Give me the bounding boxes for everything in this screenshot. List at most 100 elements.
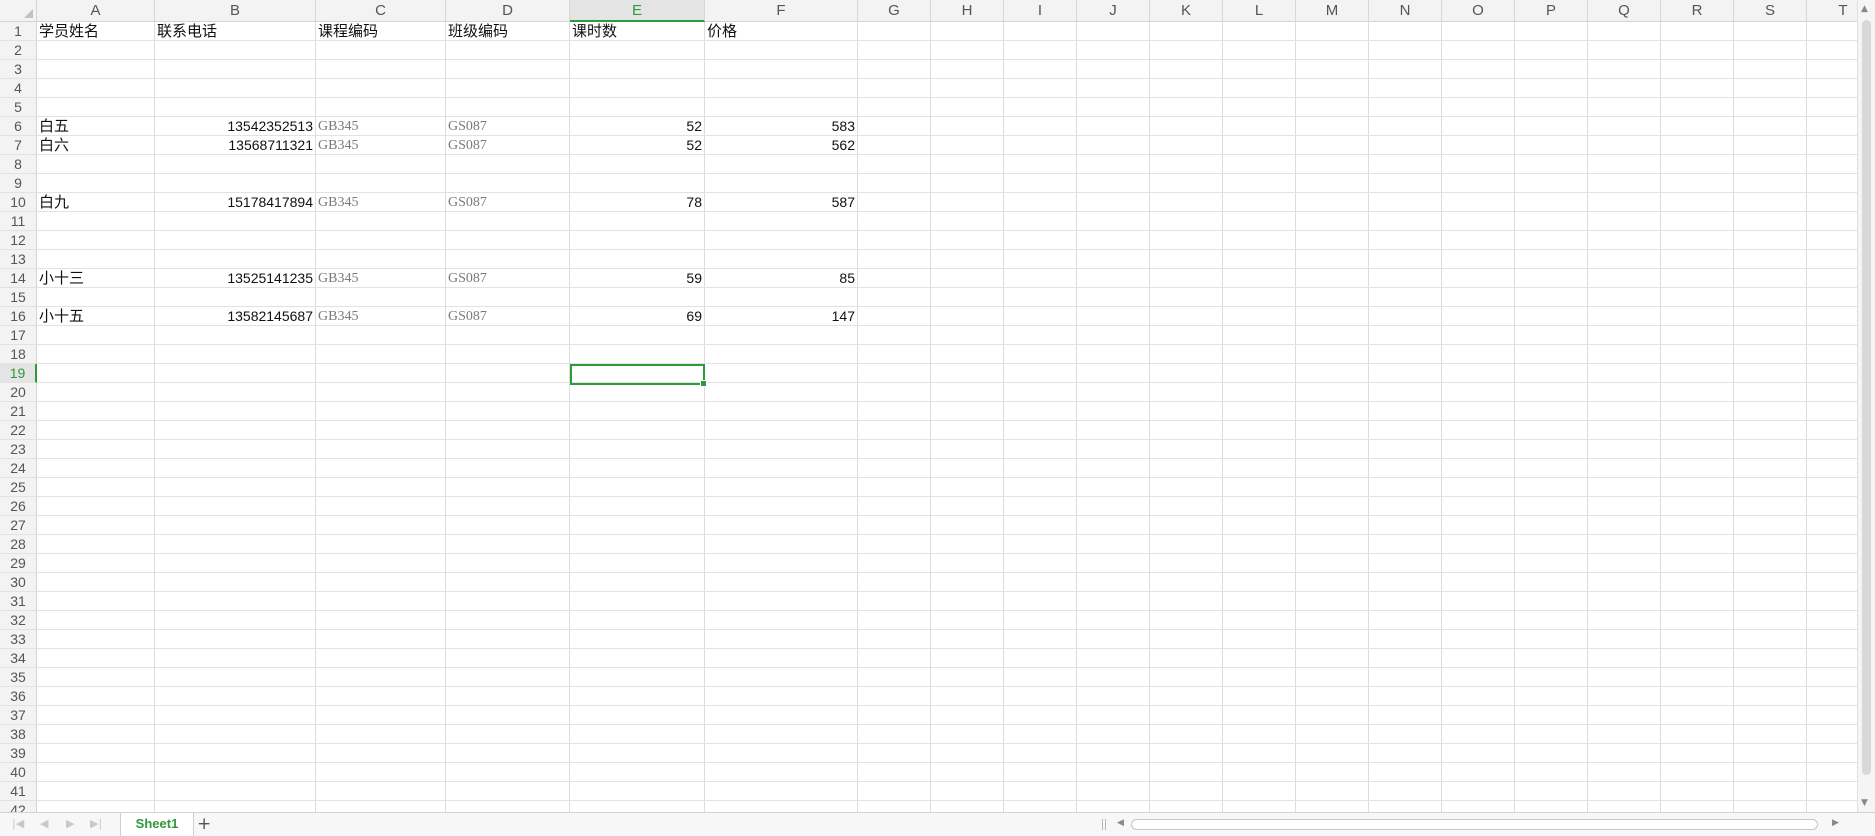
column-header-c[interactable]: C xyxy=(316,0,446,22)
active-cell-selection[interactable] xyxy=(570,364,707,387)
column-header-a[interactable]: A xyxy=(37,0,155,22)
row-header-25[interactable]: 25 xyxy=(0,478,37,497)
data-cell-class-code[interactable]: GS087 xyxy=(446,117,569,136)
row-header-35[interactable]: 35 xyxy=(0,668,37,687)
data-cell-hours[interactable]: 52 xyxy=(570,117,704,136)
column-header-f[interactable]: F xyxy=(705,0,858,22)
data-cell-name[interactable]: 白九 xyxy=(37,193,154,212)
header-cell-price[interactable]: 价格 xyxy=(705,22,857,41)
row-header-37[interactable]: 37 xyxy=(0,706,37,725)
column-header-j[interactable]: J xyxy=(1077,0,1150,22)
column-header-p[interactable]: P xyxy=(1515,0,1588,22)
row-header-13[interactable]: 13 xyxy=(0,250,37,269)
row-header-18[interactable]: 18 xyxy=(0,345,37,364)
row-header-34[interactable]: 34 xyxy=(0,649,37,668)
header-cell-class-code[interactable]: 班级编码 xyxy=(446,22,569,41)
header-cell-hours[interactable]: 课时数 xyxy=(570,22,704,41)
column-header-n[interactable]: N xyxy=(1369,0,1442,22)
column-header-o[interactable]: O xyxy=(1442,0,1515,22)
vertical-scroll-thumb[interactable] xyxy=(1862,20,1871,775)
column-header-h[interactable]: H xyxy=(931,0,1004,22)
row-header-36[interactable]: 36 xyxy=(0,687,37,706)
row-header-24[interactable]: 24 xyxy=(0,459,37,478)
row-header-5[interactable]: 5 xyxy=(0,98,37,117)
data-cell-hours[interactable]: 52 xyxy=(570,136,704,155)
row-header-40[interactable]: 40 xyxy=(0,763,37,782)
column-header-r[interactable]: R xyxy=(1661,0,1734,22)
row-header-2[interactable]: 2 xyxy=(0,41,37,60)
vertical-scrollbar[interactable]: ▲ ▼ xyxy=(1857,0,1875,812)
column-header-l[interactable]: L xyxy=(1223,0,1296,22)
column-header-b[interactable]: B xyxy=(155,0,316,22)
row-header-41[interactable]: 41 xyxy=(0,782,37,801)
column-header-i[interactable]: I xyxy=(1004,0,1077,22)
row-header-42[interactable]: 42 xyxy=(0,801,37,812)
data-cell-name[interactable]: 白五 xyxy=(37,117,154,136)
row-header-19[interactable]: 19 xyxy=(0,364,37,383)
row-header-10[interactable]: 10 xyxy=(0,193,37,212)
row-header-28[interactable]: 28 xyxy=(0,535,37,554)
data-cell-course-code[interactable]: GB345 xyxy=(316,269,445,288)
sheet-tab-sheet1[interactable]: Sheet1 xyxy=(120,813,194,836)
data-cell-hours[interactable]: 69 xyxy=(570,307,704,326)
last-sheet-icon[interactable]: ▶| xyxy=(90,817,102,830)
data-cell-name[interactable]: 白六 xyxy=(37,136,154,155)
data-cell-course-code[interactable]: GB345 xyxy=(316,193,445,212)
row-header-31[interactable]: 31 xyxy=(0,592,37,611)
row-header-1[interactable]: 1 xyxy=(0,22,37,41)
select-all-corner[interactable] xyxy=(0,0,37,22)
row-header-21[interactable]: 21 xyxy=(0,402,37,421)
data-cell-name[interactable]: 小十五 xyxy=(37,307,154,326)
scroll-left-arrow-icon[interactable]: ◀ xyxy=(1117,818,1124,828)
row-header-27[interactable]: 27 xyxy=(0,516,37,535)
column-header-g[interactable]: G xyxy=(858,0,931,22)
data-cell-course-code[interactable]: GB345 xyxy=(316,117,445,136)
data-cell-price[interactable]: 562 xyxy=(705,136,857,155)
row-header-4[interactable]: 4 xyxy=(0,79,37,98)
data-cell-class-code[interactable]: GS087 xyxy=(446,269,569,288)
row-header-38[interactable]: 38 xyxy=(0,725,37,744)
row-header-29[interactable]: 29 xyxy=(0,554,37,573)
row-header-6[interactable]: 6 xyxy=(0,117,37,136)
data-cell-course-code[interactable]: GB345 xyxy=(316,307,445,326)
scroll-right-arrow-icon[interactable]: ▶ xyxy=(1832,818,1839,828)
row-header-11[interactable]: 11 xyxy=(0,212,37,231)
row-header-22[interactable]: 22 xyxy=(0,421,37,440)
add-sheet-button[interactable]: + xyxy=(197,814,211,834)
row-header-14[interactable]: 14 xyxy=(0,269,37,288)
header-cell-phone[interactable]: 联系电话 xyxy=(155,22,315,41)
scroll-down-arrow-icon[interactable]: ▼ xyxy=(1861,798,1868,808)
row-header-26[interactable]: 26 xyxy=(0,497,37,516)
row-header-15[interactable]: 15 xyxy=(0,288,37,307)
data-cell-phone[interactable]: 13542352513 xyxy=(155,117,315,136)
data-cell-phone[interactable]: 13568711321 xyxy=(155,136,315,155)
row-header-17[interactable]: 17 xyxy=(0,326,37,345)
data-cell-course-code[interactable]: GB345 xyxy=(316,136,445,155)
column-header-q[interactable]: Q xyxy=(1588,0,1661,22)
data-cell-class-code[interactable]: GS087 xyxy=(446,136,569,155)
column-header-s[interactable]: S xyxy=(1734,0,1807,22)
next-sheet-icon[interactable]: ▶ xyxy=(66,817,74,830)
tab-split-handle[interactable] xyxy=(1102,819,1106,830)
column-header-e[interactable]: E xyxy=(570,0,705,22)
row-header-9[interactable]: 9 xyxy=(0,174,37,193)
data-cell-class-code[interactable]: GS087 xyxy=(446,193,569,212)
data-cell-phone[interactable]: 13525141235 xyxy=(155,269,315,288)
horizontal-scrollbar[interactable] xyxy=(1131,819,1818,830)
row-header-7[interactable]: 7 xyxy=(0,136,37,155)
spreadsheet-grid[interactable]: ABCDEFGHIJKLMNOPQRST 1 2 3 4 5 6 7 8 9 10 11 12 13 14… xyxy=(0,0,1875,812)
row-header-39[interactable]: 39 xyxy=(0,744,37,763)
row-header-32[interactable]: 32 xyxy=(0,611,37,630)
data-cell-price[interactable]: 583 xyxy=(705,117,857,136)
data-cell-price[interactable]: 85 xyxy=(705,269,857,288)
data-cell-class-code[interactable]: GS087 xyxy=(446,307,569,326)
row-header-23[interactable]: 23 xyxy=(0,440,37,459)
prev-sheet-icon[interactable]: ◀ xyxy=(40,817,48,830)
data-cell-phone[interactable]: 15178417894 xyxy=(155,193,315,212)
data-cell-phone[interactable]: 13582145687 xyxy=(155,307,315,326)
data-cell-price[interactable]: 147 xyxy=(705,307,857,326)
data-cell-name[interactable]: 小十三 xyxy=(37,269,154,288)
column-header-m[interactable]: M xyxy=(1296,0,1369,22)
row-header-3[interactable]: 3 xyxy=(0,60,37,79)
header-cell-name[interactable]: 学员姓名 xyxy=(37,22,154,41)
